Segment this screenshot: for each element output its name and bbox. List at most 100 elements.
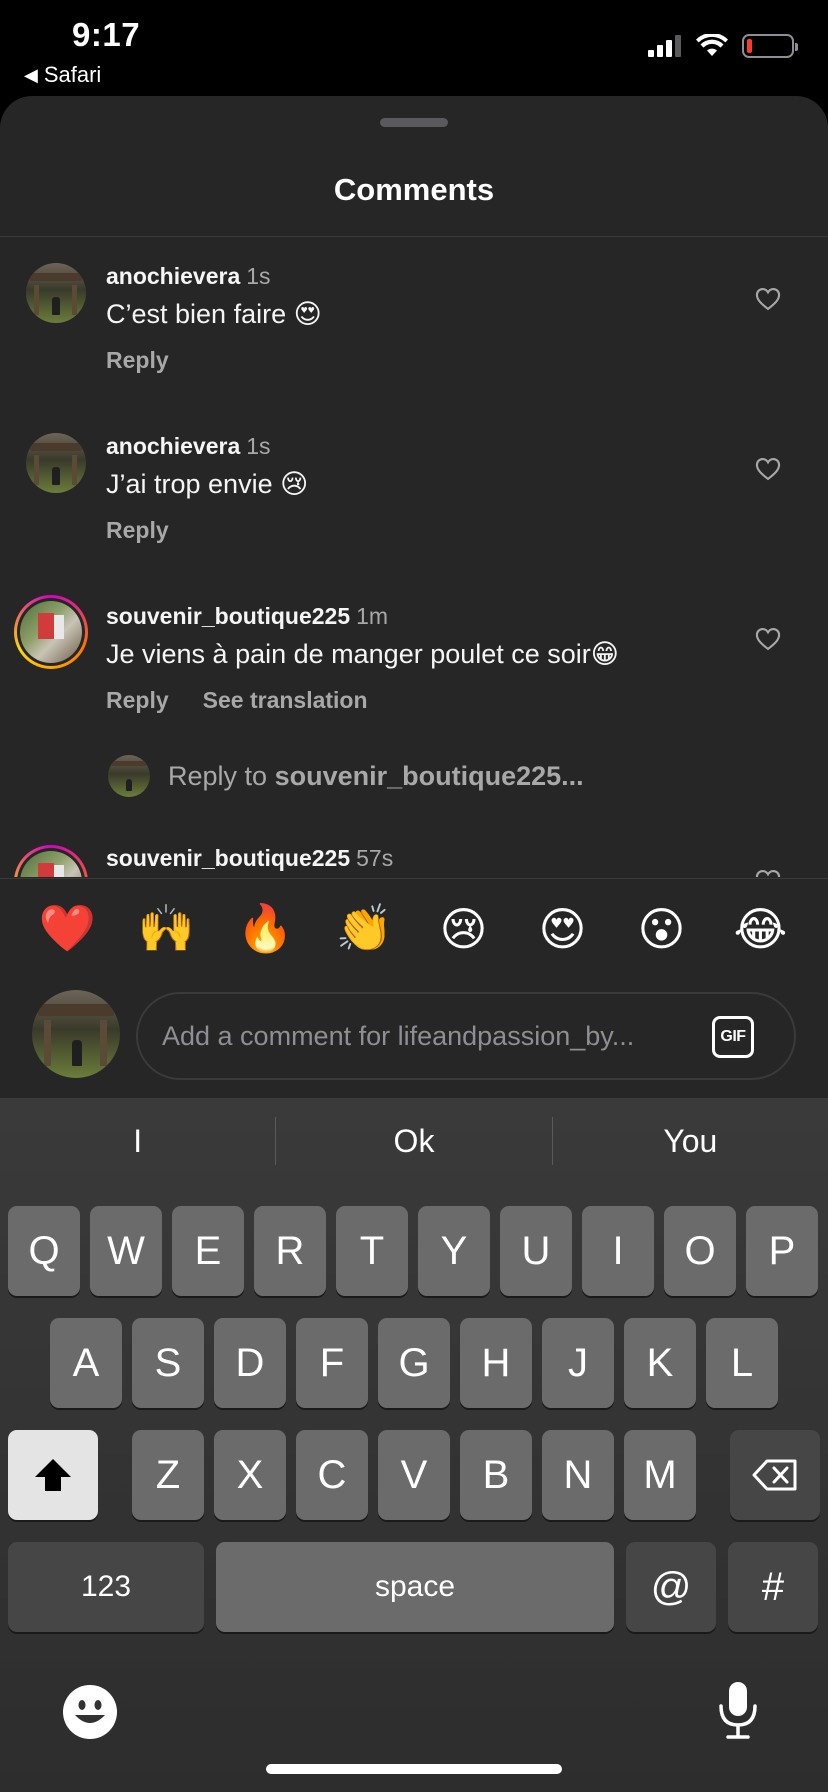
reply-button[interactable]: Reply — [106, 347, 169, 374]
hash-key[interactable]: # — [728, 1542, 818, 1632]
battery-icon — [742, 34, 798, 58]
key-d[interactable]: D — [214, 1318, 286, 1408]
backspace-icon — [752, 1459, 797, 1491]
comments-sheet: Comments anochievera 1s C’est bien faire … — [0, 96, 828, 1098]
reply-to-row[interactable]: Reply to souvenir_boutique225... — [108, 755, 584, 797]
key-z[interactable]: Z — [132, 1430, 204, 1520]
comment-text: C’est bien faire 😍 — [106, 299, 322, 329]
emoji-heart-button[interactable]: ❤️ — [28, 901, 108, 956]
key-n[interactable]: N — [542, 1430, 614, 1520]
gif-button[interactable]: GIF — [712, 1016, 754, 1058]
heart-outline-icon[interactable] — [754, 455, 782, 483]
comment-item: souvenir_boutique225 57s — [0, 827, 828, 877]
comment-header: anochievera 1s — [106, 433, 271, 460]
emoji-fire-button[interactable]: 🔥 — [226, 901, 306, 956]
key-r[interactable]: R — [254, 1206, 326, 1296]
at-key[interactable]: @ — [626, 1542, 716, 1632]
key-t[interactable]: T — [336, 1206, 408, 1296]
comment-input[interactable] — [136, 992, 796, 1080]
comment-actions: Reply — [106, 347, 169, 374]
emoji-raised-hands-button[interactable]: 🙌 — [127, 901, 207, 956]
reply-to-text: Reply to souvenir_boutique225... — [168, 761, 584, 792]
cellular-signal-icon — [648, 35, 681, 57]
key-v[interactable]: V — [378, 1430, 450, 1520]
key-p[interactable]: P — [746, 1206, 818, 1296]
back-to-app-link[interactable]: ◀ Safari — [24, 62, 101, 88]
sheet-grabber-handle[interactable] — [380, 118, 448, 127]
status-icons — [648, 34, 798, 58]
comment-timestamp: 1s — [246, 263, 271, 289]
comment-header: anochievera 1s — [106, 263, 271, 290]
key-j[interactable]: J — [542, 1318, 614, 1408]
key-x[interactable]: X — [214, 1430, 286, 1520]
avatar[interactable] — [26, 263, 86, 323]
reply-button[interactable]: Reply — [106, 687, 169, 714]
emoji-laughing-button[interactable]: 😂 — [721, 902, 801, 956]
battery-level — [747, 39, 752, 53]
key-e[interactable]: E — [172, 1206, 244, 1296]
comment-username[interactable]: anochievera — [106, 433, 240, 459]
emoji-clap-button[interactable]: 👏 — [325, 901, 405, 956]
comments-list[interactable]: anochievera 1s C’est bien faire 😍 Reply a… — [0, 237, 828, 877]
avatar[interactable] — [26, 433, 86, 493]
key-a[interactable]: A — [50, 1318, 122, 1408]
avatar — [108, 755, 150, 797]
story-ring-avatar[interactable] — [14, 595, 88, 669]
emoji-quick-bar: ❤️ 🙌 🔥 👏 😢 😍 😮 😂 — [0, 878, 828, 978]
key-o[interactable]: O — [664, 1206, 736, 1296]
back-caret-icon: ◀ — [24, 64, 38, 85]
comment-username[interactable]: souvenir_boutique225 — [106, 845, 350, 871]
prediction-suggestion[interactable]: You — [553, 1114, 828, 1168]
reply-to-username: souvenir_boutique225... — [274, 760, 584, 791]
heart-outline-icon[interactable] — [754, 285, 782, 313]
key-w[interactable]: W — [90, 1206, 162, 1296]
comment-actions: Reply — [106, 517, 169, 544]
key-k[interactable]: K — [624, 1318, 696, 1408]
space-key[interactable]: space — [216, 1542, 614, 1632]
heart-outline-icon[interactable] — [754, 867, 782, 877]
see-translation-button[interactable]: See translation — [203, 687, 368, 714]
emoji-crying-button[interactable]: 😢 — [424, 902, 504, 956]
key-s[interactable]: S — [132, 1318, 204, 1408]
comment-username[interactable]: anochievera — [106, 263, 240, 289]
reply-button[interactable]: Reply — [106, 517, 169, 544]
key-q[interactable]: Q — [8, 1206, 80, 1296]
prediction-suggestion[interactable]: Ok — [276, 1114, 551, 1168]
comment-item: anochievera 1s J’ai trop envie 😢 Reply — [0, 407, 828, 577]
comment-timestamp: 1m — [356, 603, 389, 629]
comment-username[interactable]: souvenir_boutique225 — [106, 603, 350, 629]
comment-text: J’ai trop envie 😢 — [106, 469, 309, 499]
key-c[interactable]: C — [296, 1430, 368, 1520]
comment-header: souvenir_boutique225 57s — [106, 845, 393, 872]
comment-actions: Reply See translation — [106, 687, 368, 714]
emoji-keyboard-icon[interactable] — [62, 1684, 118, 1740]
heart-outline-icon[interactable] — [754, 625, 782, 653]
key-l[interactable]: L — [706, 1318, 778, 1408]
key-h[interactable]: H — [460, 1318, 532, 1408]
wifi-icon — [696, 34, 728, 56]
backspace-key[interactable] — [730, 1430, 820, 1520]
key-i[interactable]: I — [582, 1206, 654, 1296]
predictive-text-bar: I Ok You — [0, 1114, 828, 1168]
emoji-surprised-button[interactable]: 😮 — [622, 902, 702, 956]
emoji-heart-eyes-button[interactable]: 😍 — [523, 902, 603, 956]
key-y[interactable]: Y — [418, 1206, 490, 1296]
comment-item: souvenir_boutique225 1m Je viens à pain d… — [0, 577, 828, 737]
status-time: 9:17 — [72, 16, 141, 53]
microphone-icon[interactable] — [716, 1680, 760, 1740]
current-user-avatar — [32, 990, 120, 1078]
key-u[interactable]: U — [500, 1206, 572, 1296]
key-g[interactable]: G — [378, 1318, 450, 1408]
home-indicator[interactable] — [266, 1764, 562, 1774]
key-f[interactable]: F — [296, 1318, 368, 1408]
shift-key[interactable] — [8, 1430, 98, 1520]
prediction-suggestion[interactable]: I — [0, 1114, 275, 1168]
shift-icon — [35, 1459, 71, 1491]
back-app-label: Safari — [43, 62, 102, 87]
story-ring-avatar[interactable] — [14, 845, 88, 877]
key-b[interactable]: B — [460, 1430, 532, 1520]
comment-timestamp: 57s — [356, 845, 394, 871]
comment-text: Je viens à pain de manger poulet ce soir… — [106, 639, 619, 669]
key-m[interactable]: M — [624, 1430, 696, 1520]
numbers-key[interactable]: 123 — [8, 1542, 204, 1632]
